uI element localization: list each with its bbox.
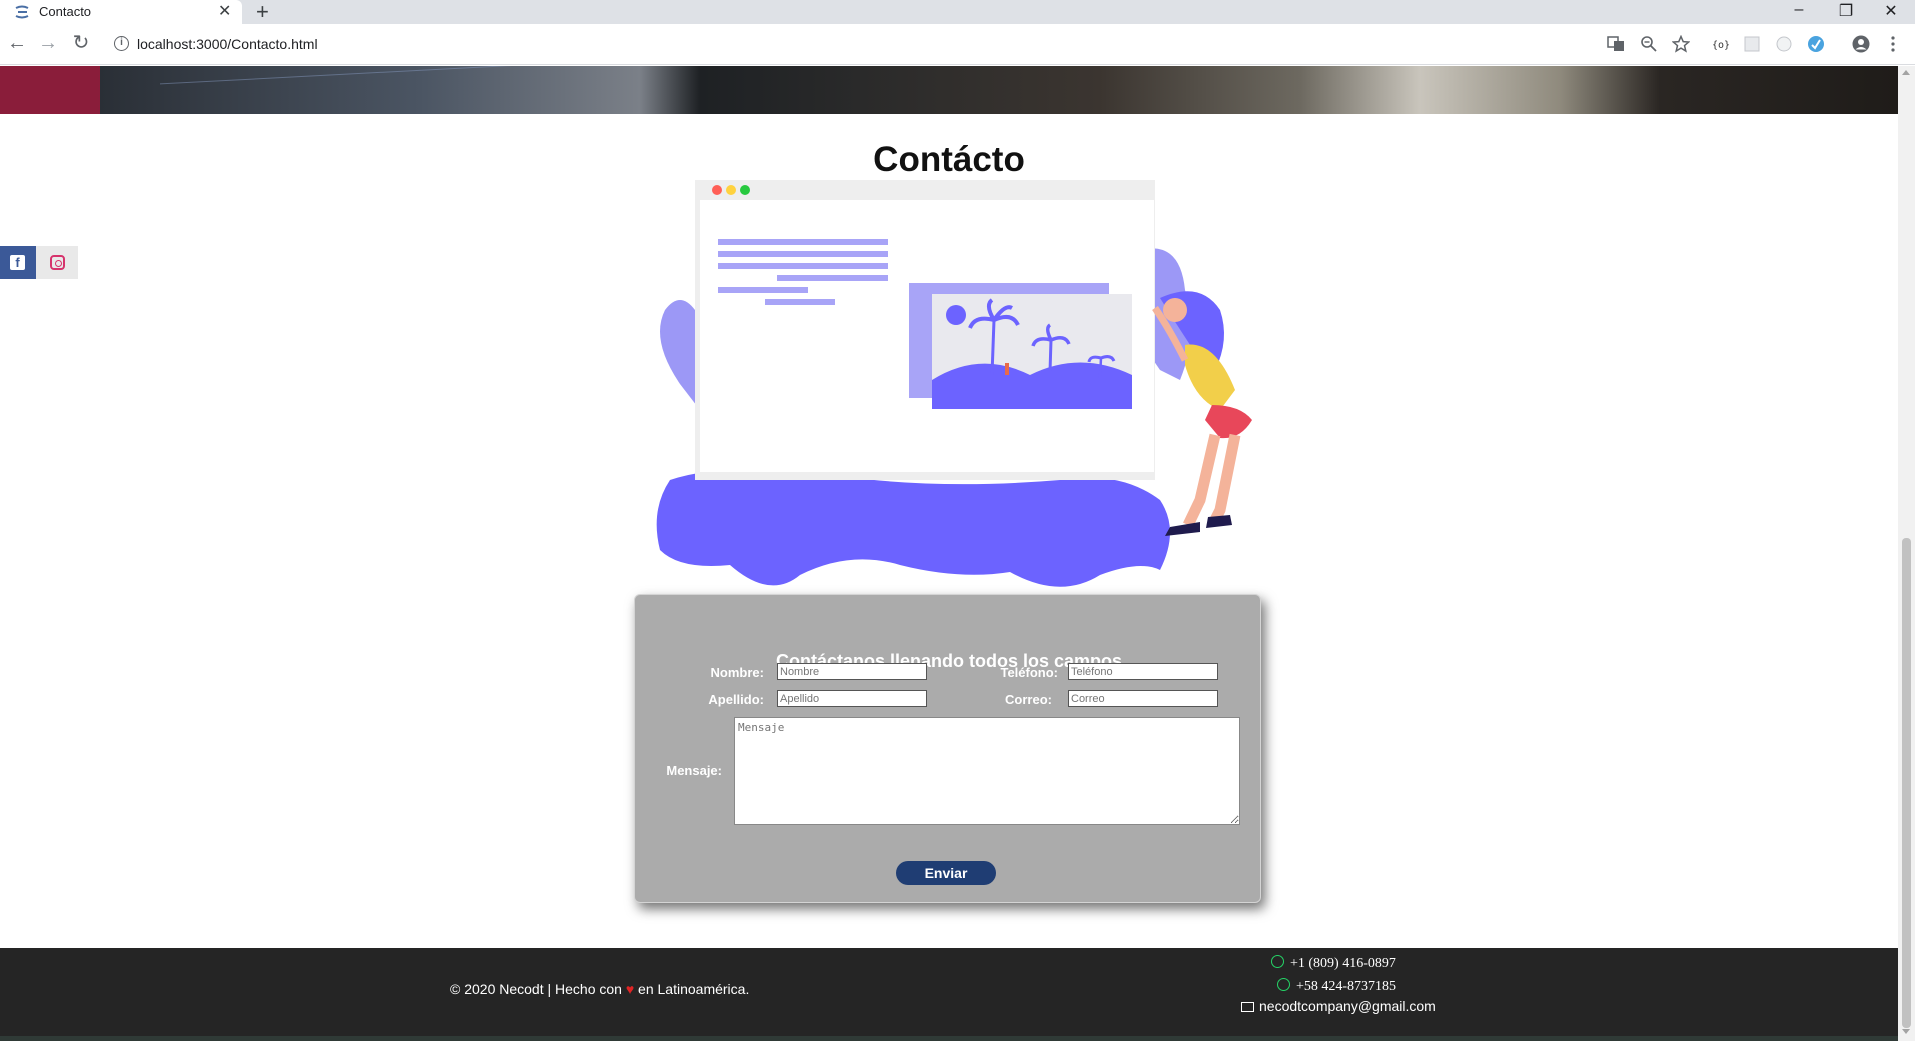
- palm-trunk-3: [1098, 357, 1103, 379]
- person-shirt-shape: [1185, 344, 1235, 410]
- person-leg-2: [1210, 433, 1241, 523]
- hero-banner-image: [0, 66, 1898, 124]
- phone-row-2[interactable]: +58 424-8737185: [1277, 978, 1396, 995]
- email-text: necodtcompany@gmail.com: [1259, 998, 1436, 1014]
- extension-grey-icon[interactable]: [1743, 35, 1761, 53]
- person-leg-1: [1183, 433, 1221, 528]
- sun-shape: [946, 305, 966, 325]
- mensaje-label: Mensaje:: [666, 763, 722, 778]
- window-dot-yellow: [726, 185, 736, 195]
- back-button[interactable]: ←: [6, 32, 28, 54]
- person-shorts-shape: [1205, 405, 1252, 439]
- correo-label: Correo:: [1005, 692, 1052, 707]
- phone-row-1[interactable]: +1 (809) 416-0897: [1271, 955, 1396, 972]
- heart-icon: ♥: [625, 981, 635, 997]
- extension-json-icon[interactable]: {o}: [1711, 35, 1729, 53]
- person-face-shape: [1163, 298, 1187, 322]
- window-dot-green: [740, 185, 750, 195]
- person-shoe-1: [1165, 522, 1200, 536]
- palm-trunk-2: [1048, 339, 1053, 373]
- facebook-link[interactable]: f: [0, 246, 36, 279]
- enviar-button[interactable]: Enviar: [896, 861, 996, 885]
- text-line-3: [718, 263, 888, 269]
- nombre-label: Nombre:: [710, 665, 764, 680]
- tab-title: Contacto: [39, 4, 92, 19]
- text-line-2: [718, 251, 888, 257]
- nombre-input[interactable]: [777, 663, 927, 680]
- browser-tabstrip: Contacto ✕ + – ❐ ✕: [0, 0, 1915, 24]
- form-heading: Contáctanos llenando todos los campos: [775, 651, 1123, 671]
- browser-tab[interactable]: Contacto ✕: [0, 0, 242, 24]
- mensaje-textarea[interactable]: [734, 717, 1240, 825]
- page-scrollbar[interactable]: [1898, 66, 1915, 1041]
- browser-toolbar: ← → ↻ i localhost:3000/Contacto.html {o}: [0, 24, 1915, 65]
- telefono-label: Teléfono:: [1000, 665, 1058, 680]
- text-line-1: [718, 239, 888, 245]
- zoom-icon[interactable]: [1640, 35, 1658, 53]
- page-title: Contácto: [873, 140, 1025, 179]
- forward-button[interactable]: →: [37, 32, 59, 54]
- address-bar[interactable]: i localhost:3000/Contacto.html: [104, 28, 1804, 60]
- page-viewport: f Contácto Contáctanos llenando todos lo…: [0, 66, 1898, 1041]
- scrollbar-thumb[interactable]: [1902, 538, 1911, 1028]
- extension-circle-icon[interactable]: [1775, 35, 1793, 53]
- instagram-link[interactable]: [36, 246, 78, 279]
- phone-2-text: +58 424-8737185: [1296, 979, 1397, 994]
- window-dot-red: [712, 185, 722, 195]
- text-line-4: [777, 275, 888, 281]
- whatsapp-icon: [1277, 978, 1290, 991]
- email-row[interactable]: necodtcompany@gmail.com: [1241, 998, 1436, 1014]
- tiny-person-shape: [1005, 363, 1009, 375]
- whatsapp-icon: [1271, 955, 1284, 968]
- svg-text:{o}: {o}: [1712, 40, 1729, 51]
- bookmark-star-icon[interactable]: [1672, 35, 1690, 53]
- scroll-up-arrow-icon[interactable]: [1902, 70, 1910, 75]
- footer-copyright: © 2020 Necodt | Hecho con ♥ en Latinoamé…: [450, 981, 749, 997]
- facebook-icon: f: [10, 255, 25, 270]
- mail-icon: [1241, 1002, 1254, 1012]
- window-close-button[interactable]: ✕: [1881, 1, 1901, 21]
- reload-button[interactable]: ↻: [70, 32, 92, 54]
- copyright-prefix: © 2020 Necodt | Hecho con: [450, 981, 622, 997]
- contact-illustration: [656, 180, 1252, 587]
- telefono-input[interactable]: [1068, 663, 1218, 680]
- scroll-down-arrow-icon[interactable]: [1902, 1029, 1910, 1034]
- window-minimize-button[interactable]: –: [1789, 1, 1809, 19]
- profile-avatar-icon[interactable]: [1852, 35, 1870, 53]
- hero-decoration: [160, 66, 520, 124]
- phone-1-text: +1 (809) 416-0897: [1290, 956, 1396, 971]
- window-restore-button[interactable]: ❐: [1836, 1, 1856, 21]
- site-favicon-icon: [15, 5, 29, 19]
- footer-bottom-bar: [0, 1036, 1898, 1041]
- palm-trunk-1: [990, 319, 996, 376]
- copyright-suffix: en Latinoamérica.: [638, 981, 750, 997]
- site-footer: © 2020 Necodt | Hecho con ♥ en Latinoamé…: [0, 948, 1898, 1041]
- apellido-input[interactable]: [777, 690, 927, 707]
- tab-close-icon[interactable]: ✕: [218, 1, 231, 21]
- correo-input[interactable]: [1068, 690, 1218, 707]
- site-info-icon[interactable]: i: [114, 36, 129, 51]
- translate-icon[interactable]: [1607, 35, 1625, 53]
- text-line-6: [765, 299, 835, 305]
- apellido-label: Apellido:: [708, 692, 764, 707]
- new-tab-button[interactable]: +: [256, 0, 269, 25]
- text-line-5: [718, 287, 808, 293]
- ground-blob-shape: [656, 468, 1170, 587]
- instagram-icon: [50, 255, 65, 270]
- person-shoe-2: [1206, 515, 1232, 528]
- extension-blue-icon[interactable]: [1807, 35, 1825, 53]
- browser-menu-icon[interactable]: [1884, 35, 1902, 53]
- url-text[interactable]: localhost:3000/Contacto.html: [137, 36, 318, 52]
